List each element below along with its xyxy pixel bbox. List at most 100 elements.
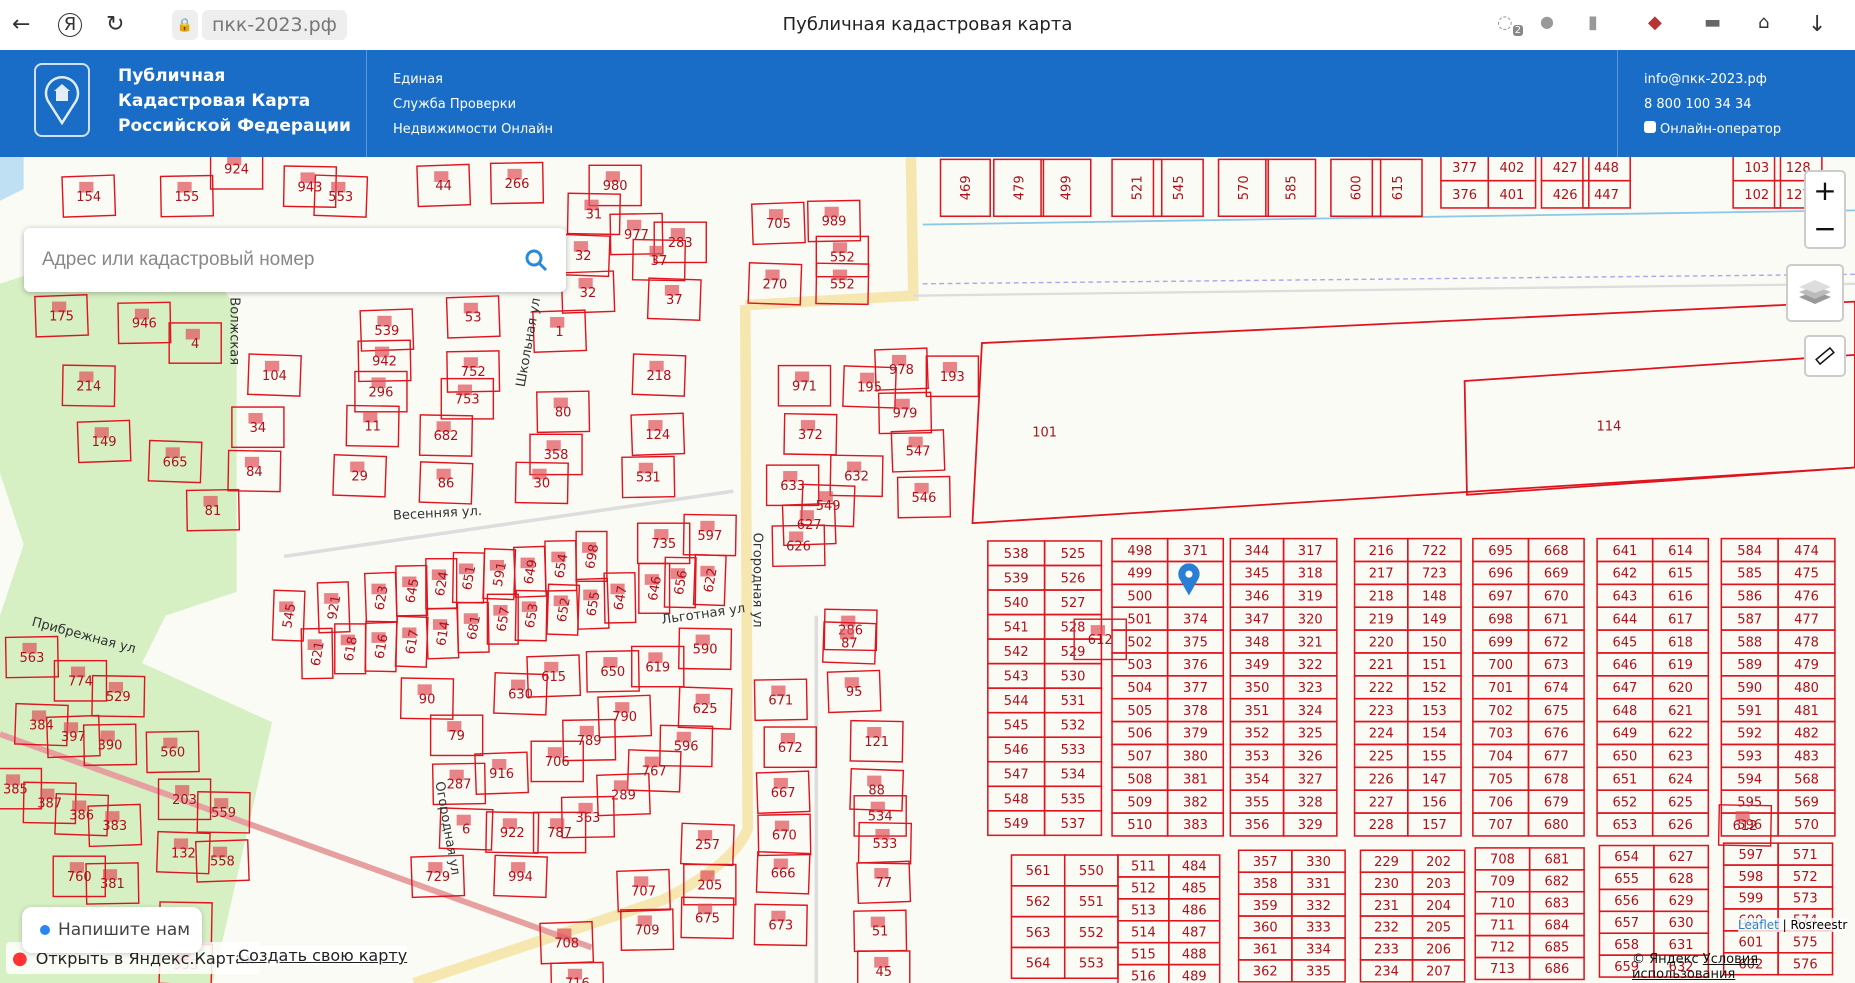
parcel-number: 506	[1127, 727, 1152, 742]
parcel-number: 696	[1488, 567, 1513, 582]
parcel-number: 327	[1298, 772, 1323, 787]
parcel-number: 227	[1369, 795, 1394, 810]
parcel-number: 516	[1131, 969, 1156, 983]
online-operator-link[interactable]: Онлайн-оператор	[1644, 117, 1781, 142]
back-icon[interactable]: ←	[12, 12, 30, 37]
parcel-number: 348	[1245, 635, 1270, 650]
bookmark-icon[interactable]: ▮	[1588, 12, 1598, 33]
parcel-number: 705	[1488, 772, 1513, 787]
parcel-number: 31	[586, 208, 603, 223]
parcel-number: 570	[1237, 175, 1252, 200]
parcel-number: 383	[102, 819, 127, 834]
phone-link[interactable]: 8 800 100 34 34	[1644, 92, 1781, 117]
reload-icon[interactable]: ↻	[106, 12, 124, 37]
parcel-number: 475	[1794, 567, 1819, 582]
parcel-number: 499	[1060, 175, 1075, 200]
parcel-number: 667	[771, 786, 796, 801]
parcel-number: 322	[1298, 658, 1323, 673]
address-bar[interactable]: 🔒 пкк-2023.рф	[172, 10, 347, 40]
protect-icon[interactable]: ◌ 2	[1497, 12, 1524, 36]
layers-icon	[1799, 280, 1831, 304]
parcel-number: 224	[1369, 727, 1394, 742]
parcel-number: 597	[1738, 848, 1763, 863]
parcel-number: 350	[1245, 681, 1270, 696]
operator-label: Онлайн-оператор	[1660, 122, 1782, 137]
zoom-out-button[interactable]: −	[1804, 209, 1846, 249]
parcel-number: 155	[1422, 750, 1447, 765]
extension-icon[interactable]: ◆	[1648, 12, 1662, 33]
parcel-number: 711	[1490, 918, 1515, 933]
parcel-number: 600	[1350, 175, 1365, 200]
parcel-number: 347	[1245, 612, 1270, 627]
email-link[interactable]: info@пкк-2023.рф	[1644, 67, 1781, 92]
parcel-number: 487	[1182, 925, 1207, 940]
create-map-link[interactable]: Создать свою карту	[238, 946, 408, 965]
parcel-number: 670	[772, 829, 797, 844]
parcel-number: 349	[1245, 658, 1270, 673]
parcel-number: 514	[1131, 925, 1156, 940]
parcel-number: 502	[1127, 635, 1152, 650]
parcel-number: 377	[1183, 681, 1208, 696]
parcel-number: 508	[1127, 772, 1152, 787]
parcel-number: 383	[1183, 818, 1208, 833]
parcel-number: 289	[611, 788, 636, 803]
parcel-number: 529	[1061, 645, 1086, 660]
parcel-number: 622	[1668, 727, 1693, 742]
parcel-number: 644	[1612, 612, 1637, 627]
parcel-number: 87	[841, 637, 858, 652]
parcel-number: 1	[555, 325, 563, 340]
parcel-number: 150	[1422, 635, 1447, 650]
parcel-number: 569	[1794, 795, 1819, 810]
parcel-number: 323	[1298, 681, 1323, 696]
parcel-number: 655	[1614, 872, 1639, 887]
parcel-number: 642	[1612, 567, 1637, 582]
zoom-in-button[interactable]: +	[1804, 170, 1846, 210]
url-text[interactable]: пкк-2023.рф	[202, 10, 347, 40]
logo[interactable]	[34, 63, 90, 137]
parcel-number: 372	[798, 428, 823, 443]
layers-button[interactable]	[1786, 264, 1844, 322]
parcel-number: 479	[1794, 658, 1819, 673]
search-icon[interactable]	[524, 248, 548, 272]
parcel-number: 175	[49, 310, 74, 325]
brand-line: Публичная	[118, 66, 226, 86]
parcel-number: 351	[1245, 704, 1270, 719]
yandex-icon[interactable]: Я	[58, 13, 82, 37]
parcel-number: 511	[1131, 860, 1156, 875]
parcel-number: 77	[875, 876, 892, 891]
parcel-number: 585	[1737, 567, 1762, 582]
parcel-number: 382	[1183, 795, 1208, 810]
parcel-number: 707	[631, 884, 656, 899]
chat-widget-button[interactable]: Напишите нам	[22, 907, 202, 953]
parcel-number: 533	[1061, 743, 1086, 758]
extension3-icon[interactable]: ⌂	[1758, 12, 1769, 33]
parcel-number: 653	[1612, 818, 1637, 833]
parcel-number: 598	[1738, 870, 1763, 885]
lock-icon: 🔒	[172, 10, 198, 40]
parcel-number: 671	[768, 693, 793, 708]
parcel-number: 767	[642, 765, 667, 780]
location-icon[interactable]: ●	[1540, 12, 1554, 31]
search-box[interactable]	[24, 228, 566, 292]
parcel-number: 504	[1127, 681, 1152, 696]
parcel-number: 654	[1614, 850, 1639, 865]
parcel-number: 680	[1544, 818, 1569, 833]
parcel-number: 700	[1488, 658, 1513, 673]
parcel-number: 572	[1793, 870, 1818, 885]
parcel-number: 547	[906, 445, 931, 460]
browser-toolbar: ← Я ↻ 🔒 пкк-2023.рф Публичная кадастрова…	[0, 0, 1855, 50]
extension2-icon[interactable]: ▬	[1704, 12, 1721, 33]
download-icon[interactable]: ↓	[1808, 12, 1826, 37]
parcel-number: 708	[1490, 853, 1515, 868]
parcel-number: 331	[1306, 877, 1331, 892]
parcel-number: 477	[1794, 612, 1819, 627]
parcel-number: 233	[1374, 943, 1399, 958]
parcel-number: 722	[1422, 544, 1447, 559]
search-input[interactable]	[42, 249, 524, 271]
ruler-button[interactable]	[1804, 335, 1846, 377]
parcel-number: 152	[1422, 681, 1447, 696]
parcel-number: 946	[132, 317, 157, 332]
service-line: Единая	[393, 72, 443, 87]
parcel-number: 592	[1737, 727, 1762, 742]
leaflet-link[interactable]: Leaflet	[1738, 918, 1779, 932]
